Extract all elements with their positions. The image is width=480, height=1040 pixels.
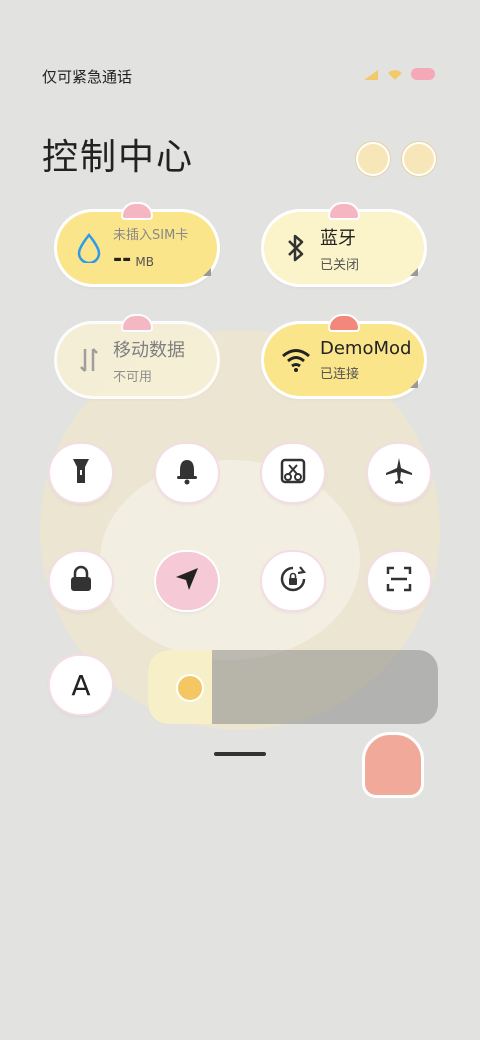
data-card-title: 未插入SIM卡	[113, 228, 189, 243]
flashlight-icon	[68, 456, 94, 490]
brightness-slider[interactable]	[148, 650, 438, 724]
water-drop-icon	[71, 230, 107, 266]
lock-screen-toggle[interactable]	[50, 552, 112, 610]
data-usage-unit: MB	[135, 255, 154, 269]
lock-icon	[68, 565, 94, 597]
background-character-face	[100, 460, 360, 660]
brightness-bee-icon	[176, 674, 204, 702]
battery-icon	[410, 66, 438, 86]
font-a-icon: A	[71, 668, 91, 702]
bluetooth-label: 蓝牙	[320, 227, 356, 249]
airplane-mode-toggle[interactable]	[368, 444, 430, 502]
font-size-toggle[interactable]: A	[50, 656, 112, 714]
wifi-status: 已连接	[320, 367, 360, 382]
status-icons	[362, 66, 438, 86]
bluetooth-card[interactable]: 蓝牙 已关闭	[264, 202, 424, 284]
bluetooth-icon	[278, 230, 314, 266]
screenshot-toggle[interactable]	[262, 444, 324, 502]
avatar[interactable]	[402, 142, 436, 176]
avatar[interactable]	[356, 142, 390, 176]
data-usage-number: --	[113, 247, 132, 272]
location-toggle[interactable]	[156, 552, 218, 610]
mobile-data-label: 移动数据	[113, 339, 185, 361]
data-usage-value: -- MB	[113, 247, 188, 272]
airplane-icon	[384, 456, 414, 490]
wifi-network-name: DemoMod	[320, 338, 412, 359]
wifi-icon	[278, 342, 314, 378]
scan-toggle[interactable]	[368, 552, 430, 610]
drag-handle[interactable]	[214, 752, 266, 756]
data-usage-card[interactable]: 未插入SIM卡 -- MB	[57, 202, 217, 284]
comb-decoration	[121, 202, 153, 220]
flashlight-toggle[interactable]	[50, 444, 112, 502]
location-arrow-icon	[173, 565, 201, 597]
bell-icon	[174, 457, 200, 489]
jellyfish-sticker	[362, 732, 424, 798]
rotation-lock-toggle[interactable]	[262, 552, 324, 610]
expand-corner-icon	[410, 268, 418, 276]
cellular-signal-icon	[362, 67, 380, 86]
mobile-data-status: 不可用	[113, 369, 153, 385]
expand-corner-icon	[203, 268, 211, 276]
bluetooth-status: 已关闭	[320, 257, 360, 273]
mobile-data-icon	[71, 342, 107, 378]
scan-icon	[385, 565, 413, 597]
comb-decoration	[328, 314, 360, 332]
screenshot-icon	[279, 457, 307, 489]
comb-decoration	[121, 314, 153, 332]
avatars	[356, 142, 436, 176]
emergency-calls-only: 仅可紧急通话	[42, 68, 133, 86]
rotation-lock-icon	[278, 564, 308, 598]
mobile-data-card[interactable]: 移动数据 不可用	[57, 314, 217, 396]
comb-decoration	[328, 202, 360, 220]
expand-corner-icon	[410, 380, 418, 388]
mute-toggle[interactable]	[156, 444, 218, 502]
page-title: 控制中心	[42, 137, 195, 178]
wifi-card[interactable]: DemoMod 已连接	[264, 314, 424, 396]
wifi-signal-icon	[386, 67, 404, 86]
